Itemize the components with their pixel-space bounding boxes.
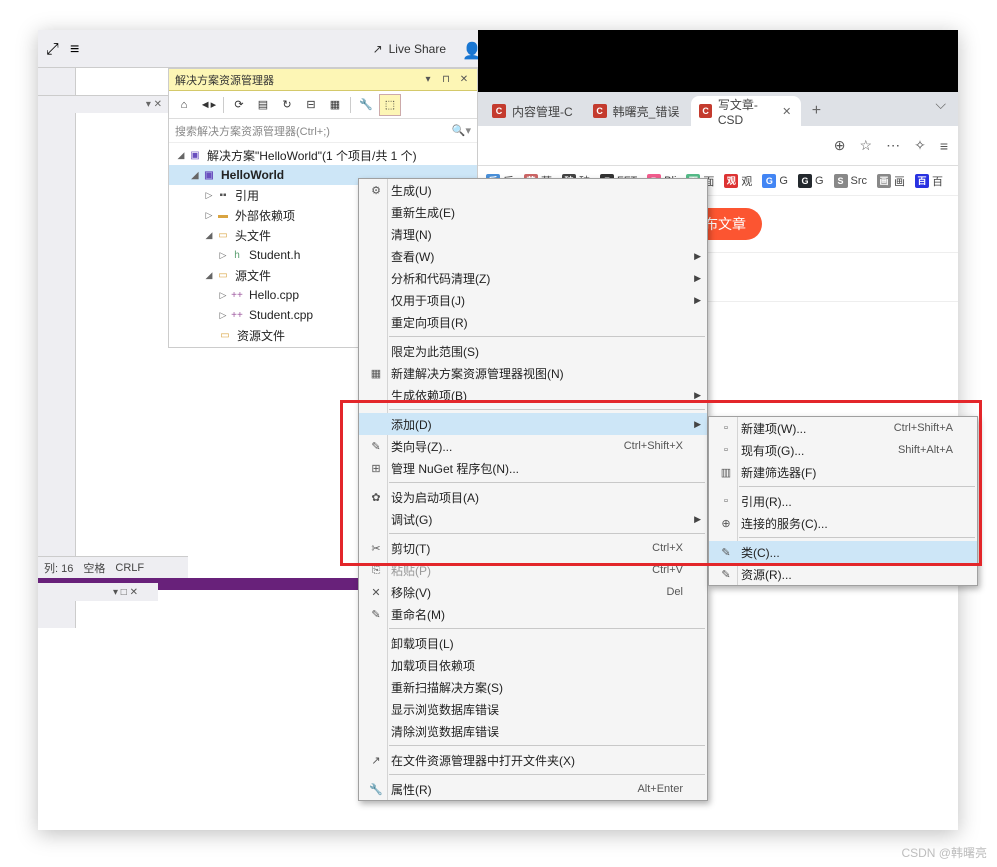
status-crlf: CRLF [115, 562, 144, 574]
more-icon[interactable]: ⋯ [886, 137, 900, 154]
submenu-item[interactable]: ⊕连接的服务(C)... [709, 512, 977, 534]
submenu-item[interactable]: ▫新建项(W)...Ctrl+Shift+A [709, 417, 977, 439]
collapse-icon[interactable]: ⊟ [300, 94, 322, 116]
tab-close-icon[interactable]: ✕ [782, 105, 791, 118]
menu-item[interactable]: 卸载项目(L) [359, 632, 707, 654]
properties-icon[interactable]: 🔧 [355, 94, 377, 116]
csdn-favicon-icon: C [593, 104, 607, 118]
bookmark-item[interactable]: 画画 [877, 173, 905, 189]
tab-overflow-icon[interactable]: ⌵ [935, 96, 946, 113]
status-bar: 列: 16 空格 CRLF [38, 556, 188, 578]
back-icon[interactable]: ◄▸ [197, 94, 219, 116]
bookmark-item[interactable]: SSrc [834, 174, 868, 188]
home-icon[interactable]: ⌂ [173, 94, 195, 116]
bookmark-item[interactable]: 观观 [724, 173, 752, 189]
menu-item[interactable]: 加载项目依赖项 [359, 654, 707, 676]
submenu-item[interactable]: ✎类(C)... [709, 541, 977, 563]
extensions-icon[interactable]: ✧ [914, 137, 926, 154]
menu-item[interactable]: ↗在文件资源管理器中打开文件夹(X) [359, 749, 707, 771]
menu-item[interactable]: ✂剪切(T)Ctrl+X [359, 537, 707, 559]
menu-item[interactable]: 清除浏览数据库错误 [359, 720, 707, 742]
solution-explorer-title: 解决方案资源管理器 [175, 72, 274, 88]
csdn-favicon-icon: C [492, 104, 506, 118]
menu-item[interactable]: ✎类向导(Z)...Ctrl+Shift+X [359, 435, 707, 457]
showall-icon[interactable]: ▦ [324, 94, 346, 116]
tab-write-article[interactable]: C写文章-CSD✕ [691, 96, 801, 126]
zoom-icon[interactable]: ⊕ [834, 137, 846, 154]
live-share-label: Live Share [389, 42, 446, 56]
search-icon: 🔍▾ [452, 124, 471, 137]
solution-search-box[interactable]: 搜索解决方案资源管理器(Ctrl+;) 🔍▾ [169, 119, 477, 143]
menu-item[interactable]: 仅用于项目(J)▶ [359, 289, 707, 311]
refresh-icon[interactable]: ↻ [276, 94, 298, 116]
menu-item[interactable]: ✕移除(V)Del [359, 581, 707, 603]
submenu-item[interactable]: ✎资源(R)... [709, 563, 977, 585]
watermark: CSDN @韩曙亮 [901, 844, 987, 861]
left-panel-header [38, 95, 168, 113]
search-placeholder: 搜索解决方案资源管理器(Ctrl+;) [175, 123, 330, 139]
live-share-button[interactable]: ↗ Live Share [365, 38, 454, 60]
browser-tabs: C内容管理-C C韩曙亮_错误 C写文章-CSD✕ + [478, 92, 958, 126]
sync-icon[interactable]: ⟳ [228, 94, 250, 116]
menu-item[interactable]: ✎重命名(M) [359, 603, 707, 625]
menu-icon[interactable]: ≡ [940, 138, 948, 154]
new-tab-button[interactable]: + [803, 96, 831, 126]
doc-icon[interactable]: ▤ [252, 94, 274, 116]
menu-item[interactable]: 添加(D)▶ [359, 413, 707, 435]
close-icon[interactable]: ✕ [457, 73, 471, 87]
dropdown-icon[interactable]: ▾ [421, 73, 435, 87]
menu-item[interactable]: 重新生成(E) [359, 201, 707, 223]
browser-top-black [478, 30, 958, 92]
menu-item[interactable]: ⊞管理 NuGet 程序包(N)... [359, 457, 707, 479]
menu-item[interactable]: ⎘粘贴(P)Ctrl+V [359, 559, 707, 581]
add-submenu: ▫新建项(W)...Ctrl+Shift+A▫现有项(G)...Shift+Al… [708, 416, 978, 586]
solution-explorer-titlebar: 解决方案资源管理器 ▾ ⊓ ✕ [169, 69, 477, 91]
bookmark-item[interactable]: GG [798, 174, 824, 188]
menu-item[interactable]: 查看(W)▶ [359, 245, 707, 267]
submenu-item[interactable]: ▫现有项(G)...Shift+Alt+A [709, 439, 977, 461]
pin-icon[interactable]: ⊓ [439, 73, 453, 87]
share-icon: ↗ [373, 42, 383, 56]
submenu-item[interactable]: ▫引用(R)... [709, 490, 977, 512]
favorite-icon[interactable]: ☆ [860, 137, 873, 154]
menu-item[interactable]: ▦新建解决方案资源管理器视图(N) [359, 362, 707, 384]
menu-item[interactable]: 限定为此范围(S) [359, 340, 707, 362]
menu-item[interactable]: 🔧属性(R)Alt+Enter [359, 778, 707, 800]
menu-item[interactable]: 重新扫描解决方案(S) [359, 676, 707, 698]
solution-node[interactable]: ◢▣解决方案"HelloWorld"(1 个项目/共 1 个) [169, 145, 477, 165]
browser-toolbar: ⊕ ☆ ⋯ ✧ ≡ [478, 126, 958, 166]
tab-author[interactable]: C韩曙亮_错误 [585, 96, 690, 126]
menu-icon[interactable]: ≡ [70, 41, 86, 57]
bookmark-item[interactable]: 百百 [915, 173, 943, 189]
expand-icon[interactable]: ⤢ [46, 41, 62, 57]
menu-item[interactable]: ⚙生成(U) [359, 179, 707, 201]
app-frame: ⤢ ≡ ↗ Live Share 👤 解决方案资源管理器 ▾ ⊓ ✕ ⌂ ◄▸ … [38, 30, 958, 830]
panel-footer [38, 583, 158, 601]
status-spaces: 空格 [83, 560, 105, 576]
menu-item[interactable]: 重定向项目(R) [359, 311, 707, 333]
menu-item[interactable]: 生成依赖项(B)▶ [359, 384, 707, 406]
tab-content-mgmt[interactable]: C内容管理-C [484, 96, 583, 126]
csdn-favicon-icon: C [699, 104, 711, 118]
menu-item[interactable]: 清理(N) [359, 223, 707, 245]
vs-toolbar: ⤢ ≡ ↗ Live Share 👤 [38, 30, 478, 68]
submenu-item[interactable]: ▥新建筛选器(F) [709, 461, 977, 483]
menu-item[interactable]: ✿设为启动项目(A) [359, 486, 707, 508]
admin-icon[interactable]: 👤 [462, 41, 478, 57]
bookmark-item[interactable]: GG [762, 174, 788, 188]
left-sidebar-collapsed [38, 68, 76, 628]
menu-item[interactable]: 显示浏览数据库错误 [359, 698, 707, 720]
preview-icon[interactable]: ⬚ [379, 94, 401, 116]
menu-item[interactable]: 调试(G)▶ [359, 508, 707, 530]
menu-item[interactable]: 分析和代码清理(Z)▶ [359, 267, 707, 289]
project-context-menu: ⚙生成(U)重新生成(E)清理(N)查看(W)▶分析和代码清理(Z)▶仅用于项目… [358, 178, 708, 801]
solution-explorer-toolbar: ⌂ ◄▸ ⟳ ▤ ↻ ⊟ ▦ 🔧 ⬚ [169, 91, 477, 119]
